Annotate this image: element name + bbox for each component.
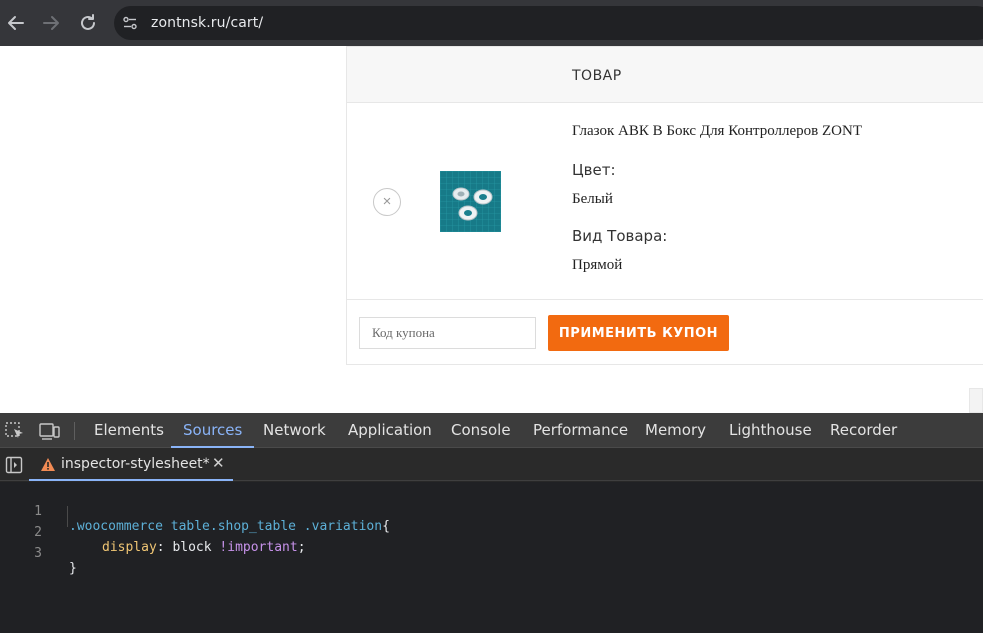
code-line: 1 .woocommerce table.shop_table .variati…	[0, 489, 983, 534]
file-tab-name: inspector-stylesheet*	[61, 456, 210, 472]
code-text: }	[69, 561, 77, 576]
devtools-tab-bar: Elements Sources Network Application Con…	[0, 413, 983, 448]
attribute-color-label: Цвет:	[572, 161, 616, 179]
product-name-link[interactable]: Глазок АВК В Бокс Для Контроллеров ZONT	[572, 123, 862, 140]
line-number: 3	[34, 546, 42, 561]
devtools-panel: Elements Sources Network Application Con…	[0, 413, 983, 633]
sources-file-tabs: inspector-stylesheet* ✕	[0, 448, 983, 481]
tab-network[interactable]: Network	[263, 413, 326, 448]
apply-coupon-button[interactable]: ПРИМЕНИТЬ КУПОН	[548, 315, 729, 351]
tab-memory[interactable]: Memory	[645, 413, 706, 448]
tab-performance[interactable]: Performance	[533, 413, 628, 448]
address-bar[interactable]: zontnsk.ru/cart/	[114, 6, 983, 40]
close-file-icon[interactable]: ✕	[212, 454, 225, 472]
close-brace: }	[69, 561, 77, 576]
tab-sources[interactable]: Sources	[171, 413, 255, 448]
tab-recorder[interactable]: Recorder	[830, 413, 897, 448]
column-header-product: ТОВАР	[572, 68, 622, 84]
url-text: zontnsk.ru/cart/	[151, 15, 264, 31]
cart-table: ТОВАР × Глазок АВК В Бокс Для Контроллер…	[346, 46, 983, 365]
attribute-color-value: Белый	[572, 191, 613, 207]
warning-icon	[40, 457, 56, 472]
coupon-code-input[interactable]	[359, 317, 536, 349]
cart-table-header: ТОВАР	[347, 47, 983, 103]
tab-application[interactable]: Application	[348, 413, 432, 448]
device-toolbar-icon[interactable]	[39, 422, 60, 440]
file-tab-inspector-stylesheet[interactable]: inspector-stylesheet* ✕	[29, 448, 233, 481]
code-line: 3 }	[0, 531, 983, 576]
tab-elements[interactable]: Elements	[94, 413, 164, 448]
forward-arrow-icon[interactable]	[39, 11, 63, 35]
toggle-navigator-icon[interactable]	[5, 456, 25, 474]
browser-toolbar: zontnsk.ru/cart/	[0, 0, 983, 46]
remove-item-button[interactable]: ×	[373, 188, 401, 216]
cart-actions-row: ПРИМЕНИТЬ КУПОН	[347, 299, 983, 365]
code-editor[interactable]: 1 .woocommerce table.shop_table .variati…	[0, 482, 983, 633]
inspect-element-icon[interactable]	[5, 422, 25, 440]
back-arrow-icon[interactable]	[4, 11, 28, 35]
attribute-type-label: Вид Товара:	[572, 227, 668, 245]
indent-guide	[67, 506, 68, 527]
page-edge-element	[969, 388, 983, 413]
attribute-type-value: Прямой	[572, 257, 623, 273]
product-thumbnail[interactable]	[440, 171, 501, 232]
code-line: 2 display: block !important;	[0, 510, 983, 555]
tab-lighthouse[interactable]: Lighthouse	[729, 413, 812, 448]
toolbar-divider	[74, 422, 75, 440]
tab-console[interactable]: Console	[451, 413, 511, 448]
reload-icon[interactable]	[76, 11, 100, 35]
web-page: ТОВАР × Глазок АВК В Бокс Для Контроллер…	[0, 46, 983, 413]
site-settings-icon[interactable]	[122, 15, 138, 31]
